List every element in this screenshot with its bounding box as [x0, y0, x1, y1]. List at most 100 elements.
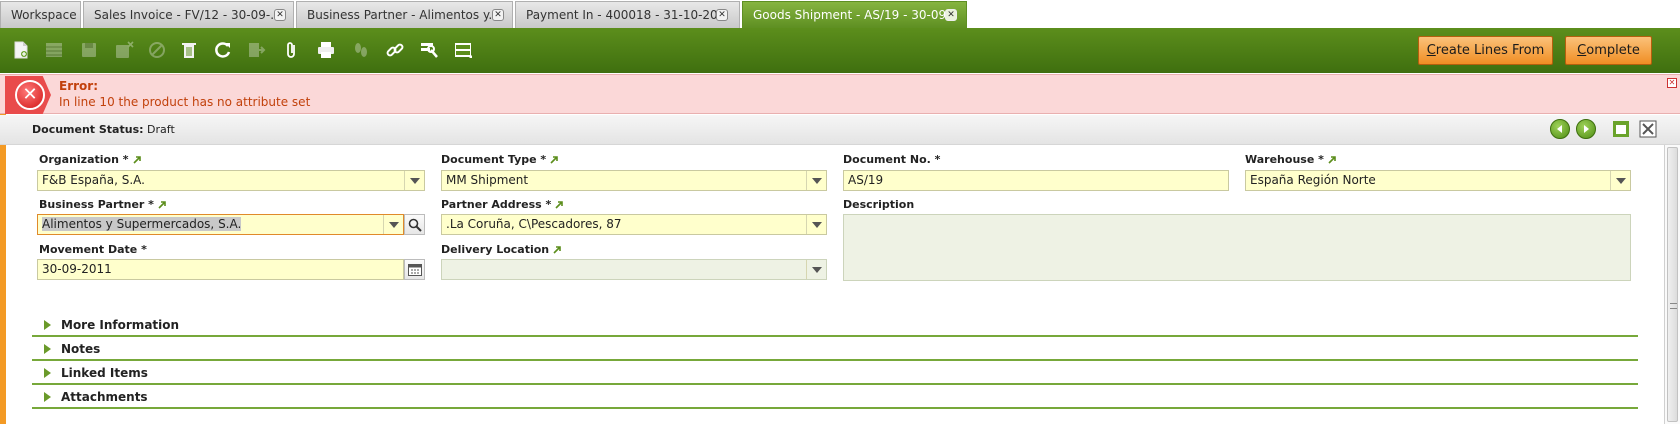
button-label: reate Lines From [1435, 43, 1545, 58]
document-status: Document Status: Draft [32, 123, 175, 136]
tab-bar: Workspace Sales Invoice - FV/12 - 30-09-… [0, 0, 1680, 28]
document-no-value: AS/19 [848, 173, 884, 187]
close-icon[interactable]: ✕ [274, 9, 286, 21]
section-linked-items[interactable]: Linked Items [32, 361, 1638, 385]
business-partner-value: Alimentos y Supermercados, S.A. [42, 217, 242, 231]
link-arrow-icon [1328, 156, 1336, 164]
chevron-down-icon [811, 177, 822, 184]
chevron-down-icon [811, 221, 822, 228]
search-icon [408, 218, 422, 232]
attachment-icon[interactable] [280, 39, 302, 61]
business-partner-search-button[interactable] [404, 214, 425, 235]
organization-field[interactable]: F&B España, S.A. [37, 170, 425, 191]
section-notes[interactable]: Notes [32, 337, 1638, 361]
delete-icon[interactable] [178, 39, 200, 61]
link-arrow-icon [132, 156, 141, 164]
next-record-button[interactable] [1576, 119, 1596, 139]
export-icon[interactable] [246, 39, 268, 61]
dropdown-button[interactable] [806, 171, 826, 190]
warehouse-label: Warehouse * [1245, 153, 1336, 166]
error-title: Error: [59, 79, 98, 93]
dropdown-button[interactable] [404, 171, 424, 190]
error-message: In line 10 the product has no attribute … [59, 95, 311, 109]
description-textarea[interactable] [843, 214, 1631, 281]
link-arrow-icon [555, 201, 564, 209]
section-title: Notes [61, 342, 101, 356]
tab-goods-shipment[interactable]: Goods Shipment - AS/19 - 30-09... ✕ [742, 1, 967, 28]
partner-address-field[interactable]: .La Coruña, C\Pescadores, 87 [441, 214, 827, 235]
warehouse-field[interactable]: España Región Norte [1245, 170, 1631, 191]
partner-address-value: .La Coruña, C\Pescadores, 87 [446, 217, 622, 231]
chevron-down-icon [409, 177, 420, 184]
close-icon[interactable]: ✕ [945, 9, 957, 21]
movement-date-field[interactable]: 30-09-2011 [37, 259, 404, 280]
section-more-information[interactable]: More Information [32, 313, 1638, 337]
tools-icon[interactable] [418, 39, 440, 61]
toolbar: Create Lines From Complete [0, 28, 1680, 73]
document-no-field[interactable]: AS/19 [843, 170, 1229, 191]
delivery-location-label: Delivery Location [441, 243, 561, 256]
layout-icon[interactable] [452, 39, 474, 61]
business-partner-field[interactable]: Alimentos y Supermercados, S.A. [37, 214, 404, 235]
arrow-right-icon [1584, 125, 1589, 133]
document-type-field[interactable]: MM Shipment [441, 170, 827, 191]
undo-icon[interactable] [146, 39, 168, 61]
save-icon[interactable] [78, 39, 100, 61]
status-bar: Document Status: Draft [0, 115, 1680, 145]
delivery-location-field[interactable] [441, 259, 827, 280]
calendar-button[interactable] [404, 259, 425, 280]
maximize-button[interactable] [1612, 120, 1630, 138]
dropdown-button[interactable] [383, 215, 403, 234]
expand-arrow-icon [44, 368, 51, 378]
new-document-icon[interactable] [10, 39, 32, 61]
section-attachments[interactable]: Attachments [32, 385, 1638, 409]
close-form-button[interactable] [1639, 120, 1657, 138]
tab-sales-invoice[interactable]: Sales Invoice - FV/12 - 30-09-... ✕ [83, 1, 294, 28]
button-accesskey: C [1577, 43, 1587, 58]
section-title: Linked Items [61, 366, 148, 380]
tab-label: Workspace [11, 8, 77, 22]
movement-date-label: Movement Date * [39, 243, 147, 256]
scrollbar-thumb[interactable] [1667, 147, 1678, 422]
tab-payment-in[interactable]: Payment In - 400018 - 31-10-20... ✕ [515, 1, 740, 28]
audit-trail-icon[interactable] [350, 39, 372, 61]
tab-label: Business Partner - Alimentos y... [307, 8, 500, 22]
complete-button[interactable]: Complete [1565, 36, 1652, 65]
organization-label: Organization * [39, 153, 141, 166]
tab-business-partner[interactable]: Business Partner - Alimentos y... ✕ [296, 1, 513, 28]
description-label: Description [843, 198, 915, 211]
warehouse-value: España Región Norte [1250, 173, 1376, 187]
print-icon[interactable] [315, 39, 337, 61]
close-icon[interactable]: ✕ [716, 9, 728, 21]
dropdown-button[interactable] [806, 215, 826, 234]
close-icon[interactable]: ✕ [1667, 78, 1677, 88]
tab-label: Goods Shipment - AS/19 - 30-09... [753, 8, 958, 22]
expand-arrow-icon [44, 320, 51, 330]
button-label: omplete [1586, 43, 1640, 58]
vertical-scrollbar[interactable] [1664, 145, 1680, 424]
chevron-down-icon [811, 266, 822, 273]
grid-view-icon[interactable] [43, 39, 65, 61]
document-status-value: Draft [147, 123, 175, 136]
document-no-label: Document No. * [843, 153, 941, 166]
link-icon[interactable] [384, 39, 406, 61]
error-banner: ✕ Error: In line 10 the product has no a… [0, 74, 1680, 114]
chevron-down-icon [388, 221, 399, 228]
tab-workspace[interactable]: Workspace [0, 1, 81, 28]
section-title: More Information [61, 318, 180, 332]
expand-arrow-icon [44, 344, 51, 354]
link-arrow-icon [158, 201, 166, 209]
maximize-icon [1613, 121, 1629, 137]
close-icon [1639, 120, 1657, 138]
movement-date-value: 30-09-2011 [42, 262, 112, 276]
create-lines-from-button[interactable]: Create Lines From [1418, 36, 1553, 65]
close-icon[interactable]: ✕ [492, 9, 504, 21]
save-close-icon[interactable] [113, 39, 135, 61]
dropdown-button[interactable] [1610, 171, 1630, 190]
previous-record-button[interactable] [1550, 119, 1570, 139]
error-icon: ✕ [15, 80, 45, 110]
refresh-icon[interactable] [212, 39, 234, 61]
link-arrow-icon [550, 156, 558, 164]
dropdown-button[interactable] [806, 260, 826, 279]
document-status-label: Document Status: [32, 123, 144, 136]
